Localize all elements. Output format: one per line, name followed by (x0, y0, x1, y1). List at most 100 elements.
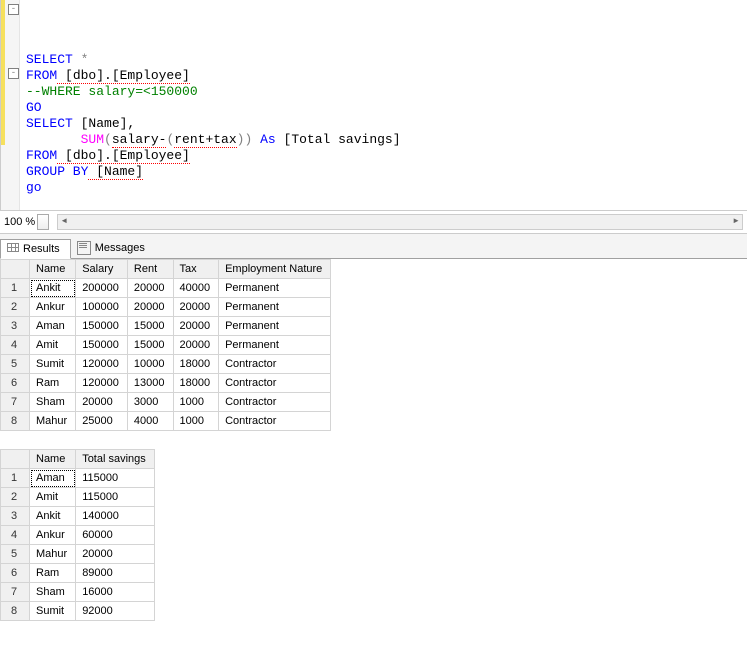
table-row[interactable]: 2Amit115000 (1, 488, 155, 507)
tab-results[interactable]: Results (0, 239, 71, 259)
data-cell[interactable]: 25000 (76, 412, 128, 431)
data-cell[interactable]: 1000 (173, 393, 219, 412)
table-row[interactable]: 4Amit1500001500020000Permanent (1, 336, 331, 355)
row-number-cell[interactable]: 2 (1, 488, 30, 507)
data-cell[interactable]: 16000 (76, 583, 155, 602)
data-cell[interactable]: 92000 (76, 602, 155, 621)
data-cell[interactable]: Sham (30, 583, 76, 602)
table-row[interactable]: 8Mahur2500040001000Contractor (1, 412, 331, 431)
col-header[interactable]: Name (30, 260, 76, 279)
data-cell[interactable]: Amit (30, 488, 76, 507)
row-number-cell[interactable]: 8 (1, 412, 30, 431)
data-cell[interactable]: Permanent (219, 336, 331, 355)
col-header[interactable]: Total savings (76, 450, 155, 469)
col-header[interactable]: Name (30, 450, 76, 469)
data-cell[interactable]: Ram (30, 564, 76, 583)
col-header[interactable]: Tax (173, 260, 219, 279)
row-number-cell[interactable]: 2 (1, 298, 30, 317)
table-row[interactable]: 6Ram89000 (1, 564, 155, 583)
table-row[interactable]: 1Ankit2000002000040000Permanent (1, 279, 331, 298)
sql-editor[interactable]: - - SELECT * FROM [dbo].[Employee] --WHE… (0, 0, 747, 210)
horizontal-scrollbar[interactable] (57, 214, 743, 230)
table-row[interactable]: 1Aman115000 (1, 469, 155, 488)
table-row[interactable]: 6Ram1200001300018000Contractor (1, 374, 331, 393)
table-row[interactable]: 5Sumit1200001000018000Contractor (1, 355, 331, 374)
data-cell[interactable]: Contractor (219, 355, 331, 374)
data-cell[interactable]: Contractor (219, 412, 331, 431)
table-row[interactable]: 7Sham16000 (1, 583, 155, 602)
row-number-cell[interactable]: 4 (1, 526, 30, 545)
row-number-cell[interactable]: 5 (1, 545, 30, 564)
data-cell[interactable]: Ankit (30, 279, 76, 298)
data-cell[interactable]: Permanent (219, 317, 331, 336)
data-cell[interactable]: 18000 (173, 355, 219, 374)
data-cell[interactable]: 60000 (76, 526, 155, 545)
fold-icon[interactable]: - (8, 4, 19, 15)
data-cell[interactable]: Sumit (30, 602, 76, 621)
data-cell[interactable]: 10000 (127, 355, 173, 374)
data-cell[interactable]: 120000 (76, 355, 128, 374)
data-cell[interactable]: 115000 (76, 488, 155, 507)
data-cell[interactable]: 1000 (173, 412, 219, 431)
table-row[interactable]: 4Ankur60000 (1, 526, 155, 545)
row-number-cell[interactable]: 7 (1, 393, 30, 412)
col-header[interactable]: Rent (127, 260, 173, 279)
data-cell[interactable]: 150000 (76, 317, 128, 336)
row-number-cell[interactable]: 6 (1, 564, 30, 583)
data-cell[interactable]: 20000 (127, 279, 173, 298)
data-cell[interactable]: 20000 (173, 336, 219, 355)
result-table[interactable]: Name Total savings 1Aman1150002Amit11500… (0, 449, 155, 621)
data-cell[interactable]: 100000 (76, 298, 128, 317)
row-number-cell[interactable]: 6 (1, 374, 30, 393)
data-cell[interactable]: Contractor (219, 393, 331, 412)
data-cell[interactable]: 15000 (127, 336, 173, 355)
data-cell[interactable]: Ankur (30, 298, 76, 317)
data-cell[interactable]: 20000 (173, 298, 219, 317)
data-cell[interactable]: 4000 (127, 412, 173, 431)
data-cell[interactable]: Aman (30, 469, 76, 488)
tab-messages[interactable]: Messages (71, 238, 155, 258)
data-cell[interactable]: Mahur (30, 412, 76, 431)
row-number-cell[interactable]: 8 (1, 602, 30, 621)
data-cell[interactable]: Contractor (219, 374, 331, 393)
row-number-cell[interactable]: 4 (1, 336, 30, 355)
row-number-cell[interactable]: 7 (1, 583, 30, 602)
data-cell[interactable]: 150000 (76, 336, 128, 355)
data-cell[interactable]: 40000 (173, 279, 219, 298)
data-cell[interactable]: Ram (30, 374, 76, 393)
table-row[interactable]: 3Aman1500001500020000Permanent (1, 317, 331, 336)
data-cell[interactable]: 20000 (76, 393, 128, 412)
data-cell[interactable]: 20000 (173, 317, 219, 336)
row-number-cell[interactable]: 3 (1, 317, 30, 336)
data-cell[interactable]: Sham (30, 393, 76, 412)
data-cell[interactable]: 20000 (127, 298, 173, 317)
data-cell[interactable]: 20000 (76, 545, 155, 564)
row-number-cell[interactable]: 3 (1, 507, 30, 526)
data-cell[interactable]: Ankur (30, 526, 76, 545)
table-row[interactable]: 8Sumit92000 (1, 602, 155, 621)
result-table[interactable]: Name Salary Rent Tax Employment Nature 1… (0, 259, 331, 431)
data-cell[interactable]: 15000 (127, 317, 173, 336)
data-cell[interactable]: Permanent (219, 298, 331, 317)
data-cell[interactable]: 115000 (76, 469, 155, 488)
table-row[interactable]: 3Ankit140000 (1, 507, 155, 526)
data-cell[interactable]: Sumit (30, 355, 76, 374)
data-cell[interactable]: 18000 (173, 374, 219, 393)
data-cell[interactable]: 120000 (76, 374, 128, 393)
data-cell[interactable]: 200000 (76, 279, 128, 298)
data-cell[interactable]: Mahur (30, 545, 76, 564)
zoom-dropdown[interactable] (37, 214, 49, 230)
row-number-cell[interactable]: 1 (1, 279, 30, 298)
row-number-cell[interactable]: 5 (1, 355, 30, 374)
row-number-cell[interactable]: 1 (1, 469, 30, 488)
table-row[interactable]: 5Mahur20000 (1, 545, 155, 564)
data-cell[interactable]: 89000 (76, 564, 155, 583)
table-row[interactable]: 2Ankur1000002000020000Permanent (1, 298, 331, 317)
col-header[interactable]: Employment Nature (219, 260, 331, 279)
fold-icon[interactable]: - (8, 68, 19, 79)
code-area[interactable]: - - SELECT * FROM [dbo].[Employee] --WHE… (20, 0, 747, 210)
data-cell[interactable]: Amit (30, 336, 76, 355)
data-cell[interactable]: Aman (30, 317, 76, 336)
data-cell[interactable]: 3000 (127, 393, 173, 412)
table-row[interactable]: 7Sham2000030001000Contractor (1, 393, 331, 412)
